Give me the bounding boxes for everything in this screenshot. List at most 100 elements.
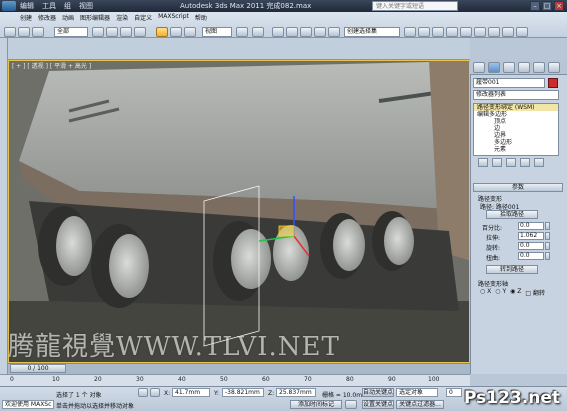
add-time-tag-button[interactable]: 添加时间标记 (290, 400, 342, 409)
stack-item-vertex[interactable]: 顶点 (474, 118, 558, 125)
curve-editor-icon[interactable] (446, 27, 458, 37)
select-and-rotate-icon[interactable] (170, 27, 182, 37)
modify-tab-icon[interactable] (488, 62, 500, 73)
rotation-spinner-arrows[interactable] (545, 242, 550, 250)
configure-sets-icon[interactable] (534, 158, 544, 167)
track-bar[interactable] (0, 374, 470, 386)
menu-item-create[interactable]: 创建 (20, 13, 32, 22)
select-and-move-icon[interactable] (156, 27, 168, 37)
menu-item-modifiers[interactable]: 修改器 (38, 13, 56, 22)
percent-snap-icon[interactable] (300, 27, 312, 37)
current-frame-field[interactable]: 0 (446, 388, 462, 397)
maxscript-listener[interactable]: 欢迎使用 MAXSc (2, 400, 54, 409)
pivot-center-icon[interactable] (236, 27, 248, 37)
time-slider-track[interactable] (8, 363, 470, 374)
modifier-list-dropdown[interactable]: 修改器列表 (473, 90, 559, 100)
object-color-swatch[interactable] (548, 78, 558, 88)
edit-named-selection-icon[interactable] (328, 27, 340, 37)
set-key-button[interactable]: 设置关键点 (362, 400, 394, 409)
stretch-spinner-arrows[interactable] (545, 232, 550, 240)
menu-item-graph-editors[interactable]: 图形编辑器 (80, 13, 110, 22)
snap-toggle-icon[interactable] (272, 27, 284, 37)
stretch-spinner[interactable]: 1.062 (518, 232, 544, 240)
stack-item-pathdeform[interactable]: 路径变形绑定 (WSM) (474, 104, 558, 111)
key-filters-button[interactable]: 关键点过滤器... (396, 400, 444, 409)
utilities-tab-icon[interactable] (548, 62, 560, 73)
stack-item-polygon[interactable]: 多边形 (474, 139, 558, 146)
y-coord-field[interactable]: -38.821mm (222, 388, 264, 397)
create-tab-icon[interactable] (473, 62, 485, 73)
display-tab-icon[interactable] (533, 62, 545, 73)
spinner-snap-icon[interactable] (314, 27, 326, 37)
z-coord-field[interactable]: 25.837mm (276, 388, 316, 397)
auto-key-button[interactable]: 自动关键点 (362, 388, 394, 397)
selection-filter-dropdown[interactable]: 全部 (54, 27, 88, 37)
menu-item-group[interactable]: 组 (64, 1, 71, 11)
redo-icon[interactable] (18, 27, 30, 37)
pick-path-button[interactable]: 拾取路径 (486, 210, 538, 219)
percent-spinner-arrows[interactable] (545, 222, 550, 230)
named-selection-dropdown[interactable]: 创建选择集 (344, 27, 400, 37)
show-end-result-icon[interactable] (492, 158, 502, 167)
schematic-view-icon[interactable] (460, 27, 472, 37)
axis-y-radio[interactable]: ○ Y (495, 288, 506, 297)
menu-item-edit[interactable]: 编辑 (20, 1, 34, 11)
hierarchy-tab-icon[interactable] (503, 62, 515, 73)
stack-item-editpoly[interactable]: 编辑多边形 (474, 111, 558, 118)
select-and-scale-icon[interactable] (184, 27, 196, 37)
menu-item-tools[interactable]: 工具 (42, 1, 56, 11)
render-production-icon[interactable] (516, 27, 528, 37)
window-crossing-icon[interactable] (134, 27, 146, 37)
rotation-spinner[interactable]: 0.0 (518, 242, 544, 250)
time-slider[interactable]: 0 / 100 (10, 364, 66, 373)
maximize-icon[interactable]: □ (542, 1, 552, 11)
stack-item-edge[interactable]: 边 (474, 125, 558, 132)
pin-stack-icon[interactable] (478, 158, 488, 167)
minimize-icon[interactable]: – (530, 1, 540, 11)
x-coord-field[interactable]: 41.7mm (172, 388, 210, 397)
axis-x-radio[interactable]: ○ X (480, 288, 491, 297)
stack-item-element[interactable]: 元素 (474, 146, 558, 153)
help-search-input[interactable]: 键入关键字或短语 (372, 1, 458, 11)
percent-spinner[interactable]: 0.0 (518, 222, 544, 230)
lock-selection-icon[interactable] (138, 388, 148, 397)
motion-tab-icon[interactable] (518, 62, 530, 73)
render-setup-icon[interactable] (488, 27, 500, 37)
close-icon[interactable]: × (554, 1, 564, 11)
flip-checkbox[interactable]: □ 翻转 (525, 288, 545, 297)
select-by-name-icon[interactable] (106, 27, 118, 37)
remove-modifier-icon[interactable] (520, 158, 530, 167)
move-to-path-button[interactable]: 转到路径 (486, 265, 538, 274)
axis-z-radio[interactable]: ◉ Z (510, 288, 521, 297)
reference-coord-dropdown[interactable]: 视图 (202, 27, 232, 37)
absolute-mode-icon[interactable] (150, 388, 160, 397)
undo-icon[interactable] (4, 27, 16, 37)
perspective-viewport[interactable] (8, 60, 470, 363)
menu-item-help[interactable]: 帮助 (195, 13, 207, 22)
align-icon[interactable] (418, 27, 430, 37)
rectangle-selection-icon[interactable] (120, 27, 132, 37)
select-object-icon[interactable] (92, 27, 104, 37)
params-rollout-header[interactable]: 参数 (473, 183, 563, 192)
twist-spinner-arrows[interactable] (545, 252, 550, 260)
angle-snap-icon[interactable] (286, 27, 298, 37)
menu-item-views[interactable]: 视图 (79, 1, 93, 11)
menu-item-maxscript[interactable]: MAXScript (158, 13, 189, 22)
object-name-field[interactable]: 履带001 (473, 78, 545, 88)
menu-item-animation[interactable]: 动画 (62, 13, 74, 22)
layer-manager-icon[interactable] (432, 27, 444, 37)
twist-spinner[interactable]: 0.0 (518, 252, 544, 260)
viewport-label[interactable]: [ + ] [ 透视 ] [ 平滑 + 高光 ] (12, 61, 91, 70)
menu-item-customize[interactable]: 自定义 (134, 13, 152, 22)
material-editor-icon[interactable] (474, 27, 486, 37)
selected-object-dropdown[interactable]: 选定对象 (396, 388, 438, 397)
rendered-frame-icon[interactable] (502, 27, 514, 37)
app-logo-icon[interactable] (2, 1, 16, 11)
stack-item-border[interactable]: 边界 (474, 132, 558, 139)
graphite-ribbon-strip[interactable] (0, 38, 8, 374)
menu-item-rendering[interactable]: 渲染 (116, 13, 128, 22)
select-manipulate-icon[interactable] (252, 27, 264, 37)
make-unique-icon[interactable] (506, 158, 516, 167)
link-icon[interactable] (32, 27, 44, 37)
mirror-icon[interactable] (404, 27, 416, 37)
